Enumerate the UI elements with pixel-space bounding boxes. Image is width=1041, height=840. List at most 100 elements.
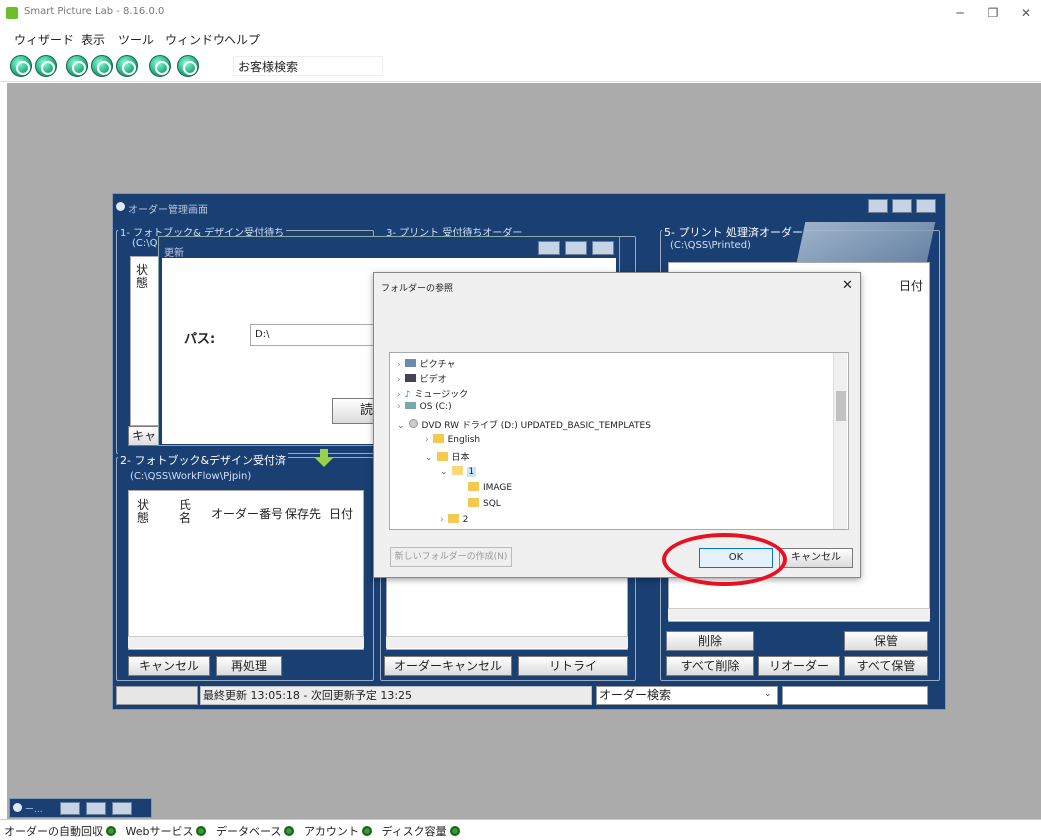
status-disk: ディスク容量 [381,825,447,838]
folder-icon [451,466,463,475]
tree-item-sql[interactable]: SQL [468,498,501,509]
tree-item-image[interactable]: IMAGE [468,482,512,493]
chevron-down-icon[interactable]: ⌄ [764,689,772,699]
status-ok-icon [361,826,372,836]
folder-cancel-button[interactable]: キャンセル [779,548,853,568]
panel1-cancel-button[interactable]: キャ [128,426,160,446]
menu-view[interactable]: 表示 [81,31,105,48]
restore-button[interactable] [60,802,80,815]
template-icon[interactable] [66,55,88,77]
pictures-icon [404,359,416,367]
orders-icon[interactable] [35,55,57,77]
panel2-col-order-no: オーダー番号 [211,507,284,521]
app-title: Smart Picture Lab - 8.16.0.0 [24,6,165,17]
status-web-service: Webサービス [125,825,194,838]
update-maximize-button[interactable] [565,241,587,255]
status-ok-icon [196,826,207,836]
folder-close-button[interactable]: ✕ [842,278,853,293]
reprocess-button[interactable]: 再処理 [216,656,282,676]
menu-window[interactable]: ウィンドウ [165,31,225,48]
tree-item-os-c[interactable]: › OS (C:) [397,402,452,412]
panel2-col-name: 氏名 [179,498,192,525]
path-input[interactable]: D:\ [250,324,380,346]
tree-item-video[interactable]: › ビデオ [397,372,447,385]
status-database: データベース [215,825,282,838]
maximize-button[interactable]: ❐ [983,4,1003,22]
minimized-window[interactable]: ー... [9,798,152,818]
order-window-title: オーダー管理画面 [128,205,208,216]
folder-tree-scrollbar[interactable] [833,353,847,529]
status-ok-icon [449,826,460,836]
minimize-button[interactable]: ─ [950,4,970,22]
order-window-icon [116,202,125,211]
panel2-cancel-button[interactable]: キャンセル [128,656,210,676]
order-search-input[interactable] [782,686,928,705]
folder-icon [436,452,448,461]
order-maximize-button[interactable] [892,199,912,213]
order-close-button[interactable] [916,199,936,213]
new-folder-button[interactable]: 新しいフォルダーの作成(N) [390,547,512,567]
globe-icon[interactable] [149,55,171,77]
retry-button[interactable]: リトライ [518,656,628,676]
folder-icon [468,498,479,507]
folder-icon [447,514,459,523]
ok-highlight-ellipse [662,533,787,586]
close-button[interactable]: ✕ [1016,4,1036,22]
tree-item-music[interactable]: › ♪ ミュージック [397,387,468,400]
minimized-window-icon [13,803,22,812]
service-status-bar: オーダーの自動回収 Webサービス データベース アカウント ディスク容量 [0,819,1041,840]
tree-item-dvd[interactable]: ⌄ DVD RW ドライブ (D:) UPDATED_BASIC_TEMPLATE… [397,418,651,431]
mini-close-button[interactable] [112,802,132,815]
path-label: パス: [184,332,216,347]
panel1-col-status: 状態 [136,263,149,290]
menu-help[interactable]: ヘルプ [224,31,260,48]
folder-dialog-title: フォルダーの参照 [381,284,454,294]
down-arrow-icon [314,449,334,467]
power-icon[interactable] [91,55,113,77]
update-close-button[interactable] [592,241,614,255]
tree-item-english[interactable]: › English [425,434,480,445]
tree-item-pictures[interactable]: › ピクチャ [397,357,456,370]
last-update-text: 最終更新 13:05:18 - 次回更新予定 13:25 [200,686,592,705]
archive-all-button[interactable]: すべて保管 [844,656,928,676]
app-logo-icon [6,7,18,19]
panel2-scrollbar[interactable] [128,636,364,648]
panel2-title: 2- フォトブック&デザイン受付済 [118,452,289,468]
panel2-list[interactable]: 状態 氏名 オーダー番号 保存先 日付 [128,490,364,650]
delete-all-button[interactable]: すべて削除 [666,656,754,676]
order-minimize-button[interactable] [868,199,888,213]
status-progress [116,686,198,705]
update-minimize-button[interactable] [538,241,560,255]
tree-item-japan[interactable]: ⌄ 日本 [425,450,470,463]
reorder-button[interactable]: リオーダー [758,656,840,676]
wizard-icon[interactable] [10,55,32,77]
minimized-window-label: ー... [25,805,43,815]
panel1-path: (C:\Q [130,238,160,249]
panel5-path: (C:\QSS\Printed) [668,240,753,251]
panel2-col-status: 状態 [137,498,150,525]
drive-icon [404,402,416,409]
status-ok-icon [106,826,116,836]
tree-item-1[interactable]: ⌄ 1 [440,466,477,477]
order-cancel-button[interactable]: オーダーキャンセル [384,656,512,676]
status-auto-collect: オーダーの自動回収 [4,825,103,838]
music-icon: ♪ [404,390,411,400]
folder-icon [468,482,479,491]
mini-maximize-button[interactable] [86,802,106,815]
panel5-scrollbar[interactable] [668,608,930,620]
delete-button[interactable]: 削除 [666,631,754,651]
read-button[interactable]: 読 [332,398,378,424]
panel2-path: (C:\QSS\WorkFlow\Pjpin) [128,471,254,482]
scrollbar-thumb[interactable] [836,391,846,421]
update-dialog-title: 更新 [164,248,184,259]
customer-search-field[interactable]: お客様検索 [233,56,383,76]
order-search-select[interactable]: オーダー検索 [596,686,778,705]
chat-icon[interactable] [177,55,199,77]
archive-button[interactable]: 保管 [844,631,928,651]
tree-item-2[interactable]: › 2 [440,514,468,525]
network-icon[interactable] [116,55,138,77]
menu-tools[interactable]: ツール [118,31,154,48]
menu-bar: ウィザード 表示 ツール ウィンドウ ヘルプ [0,27,1041,49]
menu-wizard[interactable]: ウィザード [14,31,74,48]
panel3-scrollbar[interactable] [386,636,628,648]
